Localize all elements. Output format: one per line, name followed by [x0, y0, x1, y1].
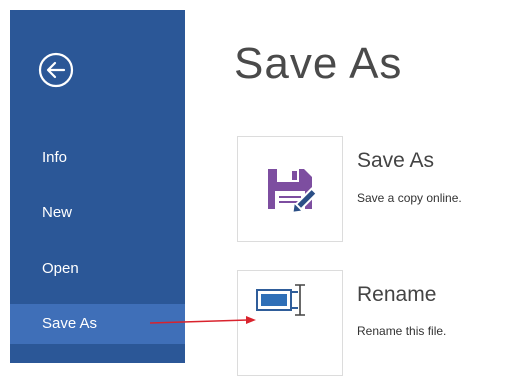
annotation-arrow: [149, 316, 256, 324]
